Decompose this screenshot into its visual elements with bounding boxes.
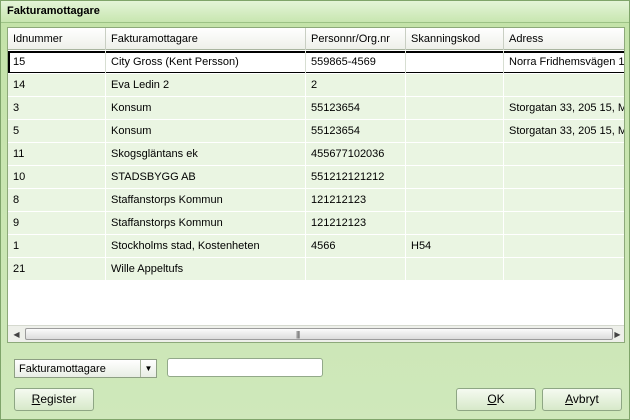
table-cell: 15 — [8, 51, 106, 74]
ok-label-post: K — [496, 392, 505, 406]
ok-button[interactable]: OK — [456, 388, 536, 411]
table-cell — [306, 258, 406, 281]
table-cell — [406, 166, 504, 189]
dialog-window: Fakturamottagare Idnummer Fakturamottaga… — [0, 0, 630, 420]
table-row[interactable]: 15 City Gross (Kent Persson) 559865-4569 No… — [8, 51, 624, 74]
table-cell — [406, 212, 504, 235]
table-cell: STADSBYGG AB — [106, 166, 306, 189]
table-cell: Wille Appeltufs — [106, 258, 306, 281]
table-row[interactable]: 8 Staffanstorps Kommun 121212123 — [8, 189, 624, 212]
table-cell — [504, 74, 624, 97]
cancel-label-post: vbryt — [572, 392, 599, 406]
register-label-mnemonic: R — [31, 392, 41, 406]
table-cell: Norra Fridhemsvägen 19, — [504, 51, 624, 74]
table-cell: Skogsgläntans ek — [106, 143, 306, 166]
table-cell: 1 — [8, 235, 106, 258]
table-cell: 121212123 — [306, 212, 406, 235]
chevron-down-icon[interactable]: ▼ — [140, 360, 156, 377]
table-cell: 121212123 — [306, 189, 406, 212]
table-cell: Staffanstorps Kommun — [106, 212, 306, 235]
register-button[interactable]: Register — [14, 388, 94, 411]
ok-label-mnemonic: O — [487, 392, 497, 406]
column-header-address[interactable]: Adress — [504, 28, 624, 50]
window-title: Fakturamottagare — [7, 5, 100, 17]
column-header-personnr[interactable]: Personnr/Org.nr — [306, 28, 406, 50]
table-cell: Eva Ledin 2 — [106, 74, 306, 97]
table-cell — [504, 235, 624, 258]
grip-icon: ||| — [296, 330, 300, 339]
column-header-scan-code[interactable]: Skanningskod — [406, 28, 504, 50]
table-cell — [406, 258, 504, 281]
table-cell: 455677102036 — [306, 143, 406, 166]
table-cell — [504, 258, 624, 281]
table-cell: Storgatan 33, 205 15, Ma — [504, 97, 624, 120]
table-cell: Staffanstorps Kommun — [106, 189, 306, 212]
table-row[interactable]: 3 Konsum 55123654 Storgatan 33, 205 15, Ma — [8, 97, 624, 120]
table-cell: City Gross (Kent Persson) — [106, 51, 306, 74]
table-cell: 55123654 — [306, 97, 406, 120]
scroll-thumb[interactable]: ||| — [25, 328, 613, 340]
horizontal-scrollbar[interactable]: ◀ ||| ▶ — [8, 325, 624, 342]
table-cell: 551212121212 — [306, 166, 406, 189]
table-cell: 3 — [8, 97, 106, 120]
register-label-post: egister — [40, 392, 77, 406]
cancel-button[interactable]: Avbryt — [542, 388, 622, 411]
table-cell — [504, 166, 624, 189]
table-cell: 9 — [8, 212, 106, 235]
table-row[interactable]: 1 Stockholms stad, Kostenheten 4566 H54 — [8, 235, 624, 258]
table-cell — [406, 97, 504, 120]
table-cell — [504, 189, 624, 212]
table-cell: 559865-4569 — [306, 51, 406, 74]
table-row[interactable]: 14 Eva Ledin 22 — [8, 74, 624, 97]
table-cell: 55123654 — [306, 120, 406, 143]
table-cell — [406, 120, 504, 143]
table-cell: 8 — [8, 189, 106, 212]
table-cell — [504, 143, 624, 166]
table-cell — [504, 212, 624, 235]
table-cell — [406, 189, 504, 212]
table-row[interactable]: 5 Konsum 55123654 Storgatan 33, 205 15, Ma — [8, 120, 624, 143]
table-cell: Konsum — [106, 120, 306, 143]
table-cell — [406, 74, 504, 97]
table-row[interactable]: 9 Staffanstorps Kommun 121212123 — [8, 212, 624, 235]
title-bar: Fakturamottagare — [1, 1, 629, 23]
scroll-right-icon[interactable]: ▶ — [611, 328, 624, 341]
table-cell: 21 — [8, 258, 106, 281]
table-cell: Konsum — [106, 97, 306, 120]
search-input[interactable] — [167, 358, 323, 377]
table-cell: H54 — [406, 235, 504, 258]
table-row[interactable]: 10 STADSBYGG AB 551212121212 — [8, 166, 624, 189]
search-field-select[interactable]: Fakturamottagare ▼ — [14, 359, 157, 378]
table-row[interactable]: 21 Wille Appeltufs — [8, 258, 624, 281]
table-header: Idnummer Fakturamottagare Personnr/Org.n… — [8, 28, 624, 50]
cancel-label-mnemonic: A — [565, 392, 573, 406]
table-cell: 2 — [306, 74, 406, 97]
search-field-selected: Fakturamottagare — [19, 363, 106, 375]
scroll-left-icon[interactable]: ◀ — [10, 328, 23, 341]
table-row[interactable]: 11 Skogsgläntans ek 455677102036 — [8, 143, 624, 166]
table-cell — [406, 143, 504, 166]
table-cell: Storgatan 33, 205 15, Ma — [504, 120, 624, 143]
table-cell: 11 — [8, 143, 106, 166]
table-cell: 5 — [8, 120, 106, 143]
table-cell — [406, 51, 504, 74]
table-cell: 4566 — [306, 235, 406, 258]
column-header-id[interactable]: Idnummer — [8, 28, 106, 50]
column-header-recipient[interactable]: Fakturamottagare — [106, 28, 306, 50]
table-cell: Stockholms stad, Kostenheten — [106, 235, 306, 258]
table-cell: 10 — [8, 166, 106, 189]
table-cell: 14 — [8, 74, 106, 97]
recipients-table[interactable]: Idnummer Fakturamottagare Personnr/Org.n… — [7, 27, 625, 343]
